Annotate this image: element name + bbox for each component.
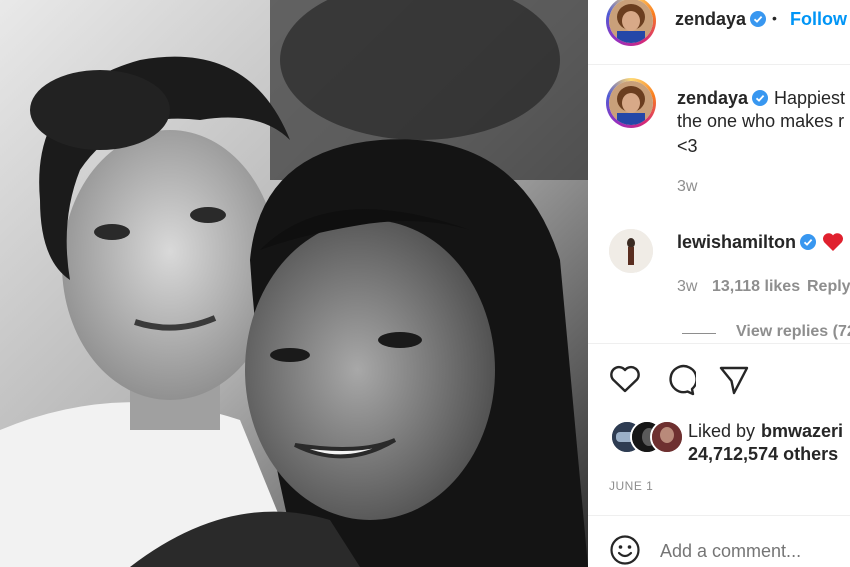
caption-text-line2: the one who makes r — [677, 111, 845, 131]
liked-by-others[interactable]: 24,712,574 others — [688, 444, 838, 465]
comment-bubble-icon[interactable] — [664, 364, 698, 401]
post-date[interactable]: JUNE 1 — [609, 479, 653, 493]
caption-timestamp[interactable]: 3w — [677, 178, 697, 196]
post-photo[interactable] — [0, 0, 588, 567]
share-paper-plane-icon[interactable] — [718, 364, 750, 401]
emoji-smiley-icon[interactable] — [609, 534, 641, 567]
reply-button[interactable]: Reply — [807, 278, 850, 296]
liked-by-prefix: Liked by — [688, 421, 756, 441]
commenter-avatar[interactable] — [609, 229, 653, 273]
avatar-image — [609, 229, 653, 273]
caption-text-line3: <3 — [677, 136, 698, 156]
caption-text-line1: Happiest — [774, 88, 846, 108]
author-avatar[interactable] — [606, 0, 656, 46]
like-heart-icon[interactable] — [609, 364, 641, 399]
post-side-panel: zendaya • Follow zendaya Happiest the on… — [588, 0, 850, 567]
header-divider — [588, 64, 850, 65]
avatar-image — [609, 81, 653, 125]
avatar-image — [609, 0, 653, 43]
commenter-username[interactable]: lewishamilton — [677, 232, 796, 253]
follow-button[interactable]: Follow — [790, 9, 847, 30]
add-comment-input[interactable] — [660, 538, 845, 564]
verified-badge-icon — [800, 234, 816, 255]
caption-avatar[interactable] — [606, 78, 656, 128]
liked-by-user[interactable]: bmwazeri — [761, 421, 843, 442]
comment-timestamp[interactable]: 3w — [677, 278, 697, 296]
verified-badge-icon — [750, 11, 766, 32]
view-replies-line — [682, 333, 716, 334]
post-image — [0, 0, 588, 567]
caption-username[interactable]: zendaya — [677, 88, 748, 109]
liker-avatar-3[interactable] — [650, 420, 684, 454]
header-username[interactable]: zendaya — [675, 9, 746, 30]
actions-divider — [588, 343, 850, 344]
header-separator: • — [772, 10, 777, 26]
comment-box-divider — [588, 515, 850, 516]
red-heart-emoji-icon — [822, 232, 844, 257]
comment-likes[interactable]: 13,118 likes — [712, 278, 800, 296]
view-replies-button[interactable]: View replies (72 — [736, 323, 850, 341]
verified-badge-icon — [752, 90, 768, 111]
